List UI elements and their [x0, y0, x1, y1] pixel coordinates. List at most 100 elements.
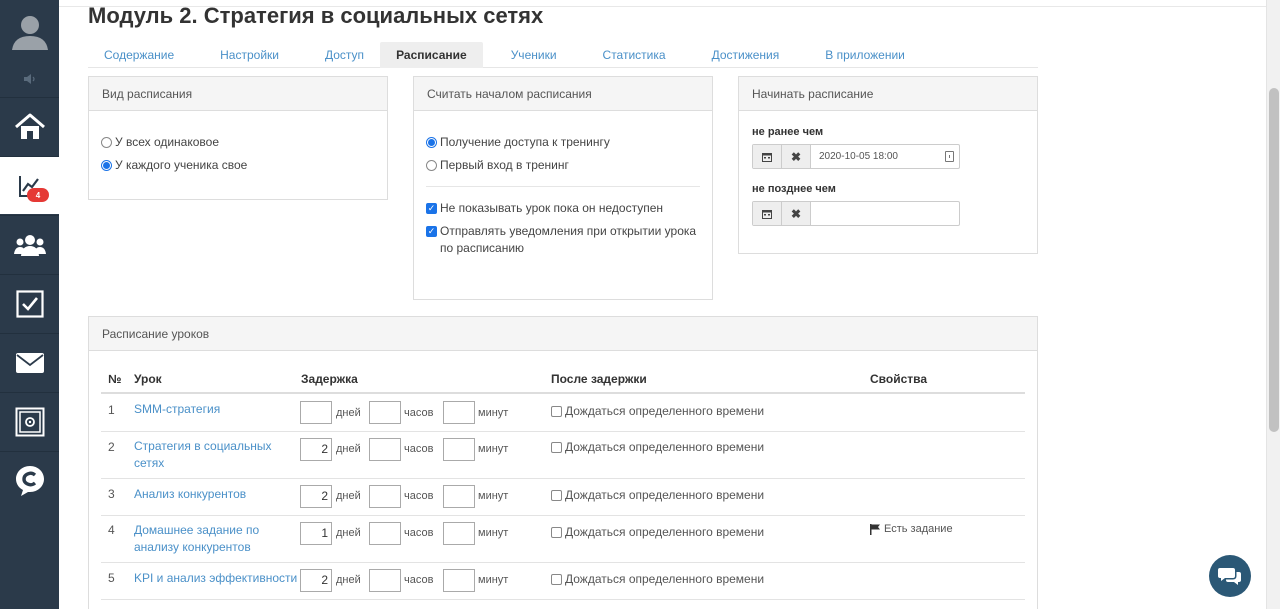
- not-after-label: не позднее чем: [752, 183, 836, 195]
- scrollbar-thumb[interactable]: [1269, 88, 1279, 432]
- radio-button-selected[interactable]: [426, 137, 437, 148]
- sidebar-item-home[interactable]: [0, 97, 59, 155]
- col-properties: Свойства: [870, 372, 928, 386]
- minutes-input[interactable]: [443, 569, 475, 592]
- row-number: 2: [108, 440, 115, 454]
- wait-time-checkbox[interactable]: Дождаться определенного времени: [551, 572, 764, 586]
- lesson-link[interactable]: Стратегия в социальных сетях: [134, 438, 274, 472]
- minutes-input[interactable]: [443, 438, 475, 461]
- checkbox[interactable]: [551, 526, 562, 538]
- date-picker-icon[interactable]: [945, 151, 954, 162]
- wait-time-checkbox[interactable]: Дождаться определенного времени: [551, 404, 764, 418]
- not-before-label: не ранее чем: [752, 126, 824, 138]
- lesson-link[interactable]: Домашнее задание по анализу конкурентов: [134, 522, 274, 556]
- sidebar-item-safe[interactable]: [0, 392, 59, 450]
- tab-schedule[interactable]: Расписание: [380, 42, 483, 68]
- lesson-link[interactable]: Анализ конкурентов: [134, 486, 274, 503]
- notification-badge: 4: [27, 188, 49, 202]
- tab-achievements[interactable]: Достижения: [696, 42, 796, 68]
- days-input[interactable]: 2: [300, 569, 332, 592]
- days-unit: дней: [336, 574, 361, 586]
- radio-button-selected[interactable]: [101, 160, 112, 171]
- radio-button[interactable]: [101, 137, 112, 148]
- sidebar-item-brand[interactable]: [0, 451, 59, 509]
- col-num: №: [108, 372, 122, 386]
- hours-input[interactable]: [369, 438, 401, 461]
- days-input[interactable]: [300, 401, 332, 424]
- wait-time-checkbox[interactable]: Дождаться определенного времени: [551, 525, 764, 539]
- not-before-date-input[interactable]: 2020-10-05 18:00: [811, 145, 959, 168]
- schedule-type-panel: Вид расписания У всех одинаковое У каждо…: [88, 76, 388, 200]
- radio-individual[interactable]: У каждого ученика свое: [101, 157, 387, 174]
- tab-bar: Содержание Настройки Доступ Расписание У…: [88, 42, 1038, 68]
- wait-time-checkbox[interactable]: Дождаться определенного времени: [551, 440, 764, 454]
- checkbox-hide-unavailable[interactable]: ✓ Не показывать урок пока он недоступен: [426, 200, 700, 217]
- checkbox-checked[interactable]: ✓: [426, 226, 437, 237]
- panel-title: Вид расписания: [89, 77, 387, 111]
- wait-time-checkbox[interactable]: Дождаться определенного времени: [551, 488, 764, 502]
- chat-button[interactable]: [1209, 555, 1251, 597]
- clear-date-button[interactable]: ✖: [782, 202, 811, 225]
- not-after-date-input[interactable]: [811, 202, 959, 225]
- radio-first-login[interactable]: Первый вход в тренинг: [426, 157, 700, 174]
- tab-settings[interactable]: Настройки: [204, 42, 295, 68]
- hours-input[interactable]: [369, 522, 401, 545]
- checkbox-label: Отправлять уведомления при открытии урок…: [440, 224, 697, 255]
- sidebar: 4: [0, 0, 59, 609]
- sidebar-item-training[interactable]: 4: [0, 156, 59, 214]
- chat-icon: [1218, 568, 1241, 585]
- sidebar-item-tasks[interactable]: [0, 274, 59, 332]
- radio-same-for-all[interactable]: У всех одинаковое: [101, 134, 387, 151]
- radio-access-received[interactable]: Получение доступа к тренингу: [426, 134, 700, 151]
- tab-students[interactable]: Ученики: [495, 42, 573, 68]
- days-unit: дней: [336, 407, 361, 419]
- sidebar-item-users[interactable]: [0, 215, 59, 273]
- days-unit: дней: [336, 527, 361, 539]
- page-title: Модуль 2. Стратегия в социальных сетях: [88, 3, 544, 28]
- radio-label: Получение доступа к тренингу: [440, 135, 610, 149]
- tab-contents[interactable]: Содержание: [88, 42, 190, 68]
- calendar-button[interactable]: [753, 145, 782, 168]
- minutes-input[interactable]: [443, 401, 475, 424]
- hours-input[interactable]: [369, 569, 401, 592]
- schedule-start-panel: Считать началом расписания Получение дос…: [413, 76, 713, 300]
- checkbox[interactable]: [551, 405, 562, 417]
- checkbox[interactable]: [551, 489, 562, 501]
- radio-button[interactable]: [426, 160, 437, 171]
- days-input[interactable]: 2: [300, 485, 332, 508]
- checkbox-checked[interactable]: ✓: [426, 203, 437, 214]
- table-header: № Урок Задержка После задержки Свойства: [101, 366, 1025, 394]
- calendar-button[interactable]: [753, 202, 782, 225]
- panel-title: Считать началом расписания: [414, 77, 712, 111]
- tab-in-app[interactable]: В приложении: [809, 42, 921, 68]
- table-row: 3 Анализ конкурентов 2 дней часов минут …: [101, 478, 1025, 515]
- page-scrollbar[interactable]: [1266, 0, 1280, 609]
- minutes-input[interactable]: [443, 485, 475, 508]
- lesson-link[interactable]: SMM-стратегия: [134, 401, 274, 418]
- hours-input[interactable]: [369, 485, 401, 508]
- tab-access[interactable]: Доступ: [309, 42, 380, 68]
- days-input[interactable]: 2: [300, 438, 332, 461]
- announcements-button[interactable]: [0, 66, 59, 92]
- sidebar-item-mail[interactable]: [0, 333, 59, 391]
- minutes-input[interactable]: [443, 522, 475, 545]
- days-input[interactable]: 1: [300, 522, 332, 545]
- checkbox[interactable]: [551, 573, 562, 585]
- minutes-unit: минут: [478, 490, 509, 502]
- property-label: Есть задание: [884, 523, 953, 535]
- tab-statistics[interactable]: Статистика: [587, 42, 682, 68]
- hours-input[interactable]: [369, 401, 401, 424]
- table-row: 2 Стратегия в социальных сетях 2 дней ча…: [101, 431, 1025, 478]
- not-after-date-group: ✖: [752, 201, 960, 226]
- panel-title: Расписание уроков: [89, 317, 1037, 351]
- checkbox-label: Дождаться определенного времени: [565, 488, 765, 502]
- users-icon: [13, 234, 46, 256]
- checkbox-label: Дождаться определенного времени: [565, 525, 765, 539]
- date-value: 2020-10-05 18:00: [819, 151, 898, 162]
- checkbox-label: Не показывать урок пока он недоступен: [440, 201, 664, 215]
- checkbox[interactable]: [551, 441, 562, 453]
- checkbox-send-notifications[interactable]: ✓ Отправлять уведомления при открытии ур…: [426, 223, 700, 257]
- avatar[interactable]: [0, 0, 59, 64]
- mail-icon: [15, 352, 44, 373]
- clear-date-button[interactable]: ✖: [782, 145, 811, 168]
